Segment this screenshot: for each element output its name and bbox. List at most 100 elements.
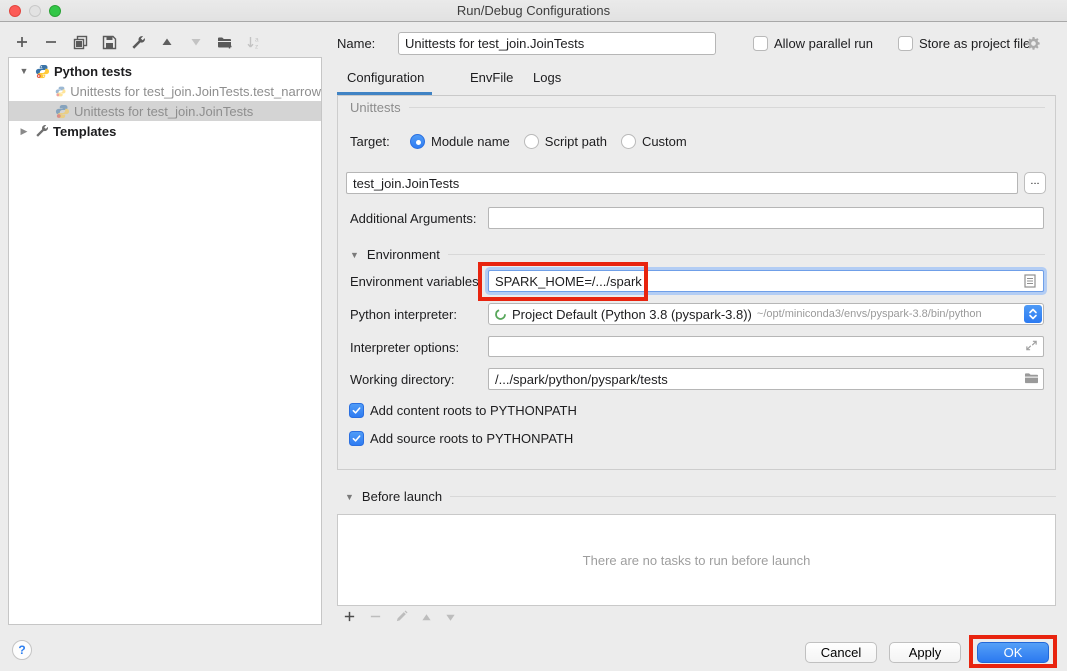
checkbox-checked-icon[interactable] — [349, 431, 364, 446]
store-as-project-file-label: Store as project file — [919, 36, 1030, 51]
tree-item-config-jointests[interactable]: Unittests for test_join.JoinTests — [9, 101, 321, 121]
window-title: Run/Debug Configurations — [0, 0, 1067, 22]
python-interpreter-label: Python interpreter: — [350, 307, 457, 322]
unittests-section-label: Unittests — [350, 100, 401, 115]
environment-section-header[interactable]: ▼ Environment — [350, 247, 1045, 262]
module-name-input[interactable] — [346, 172, 1018, 194]
python-interpreter-select[interactable]: Project Default (Python 3.8 (pyspark-3.8… — [488, 303, 1044, 325]
window-titlebar: Run/Debug Configurations — [0, 0, 1067, 22]
checkbox-unchecked-icon[interactable] — [898, 36, 913, 51]
working-directory-label: Working directory: — [350, 372, 455, 387]
tree-item-label: Unittests for test_join.JoinTests — [74, 104, 253, 119]
radio-module-name[interactable]: Module name — [410, 134, 510, 149]
radio-script-path[interactable]: Script path — [524, 134, 607, 149]
tree-item-python-tests[interactable]: ▼ Python tests — [9, 61, 321, 81]
radio-custom[interactable]: Custom — [621, 134, 687, 149]
move-up-icon[interactable] — [159, 34, 175, 50]
annotation-highlight-ok-button — [969, 635, 1057, 668]
add-source-roots-checkbox[interactable]: Add source roots to PYTHONPATH — [349, 431, 573, 446]
move-down-icon — [188, 34, 204, 50]
tab-envfile[interactable]: EnvFile — [470, 70, 513, 85]
section-divider — [450, 496, 1056, 497]
radio-label: Script path — [545, 134, 607, 149]
expand-icon[interactable] — [1025, 339, 1038, 355]
before-launch-toolbar — [343, 608, 456, 628]
radio-label: Custom — [642, 134, 687, 149]
allow-parallel-run-label: Allow parallel run — [774, 36, 873, 51]
save-configuration-icon[interactable] — [101, 34, 117, 50]
sort-alphabetically-icon: az — [246, 34, 262, 50]
document-icon[interactable] — [1024, 274, 1036, 291]
caret-down-icon[interactable]: ▼ — [345, 492, 354, 502]
folder-icon[interactable] — [1024, 372, 1039, 388]
browse-module-button[interactable]: ... — [1024, 172, 1046, 194]
target-label: Target: — [350, 134, 396, 149]
name-label: Name: — [337, 36, 375, 51]
tree-item-config-narrow[interactable]: Unittests for test_join.JoinTests.test_n… — [9, 81, 321, 101]
svg-text:z: z — [255, 43, 258, 50]
tree-item-templates[interactable]: ▶ Templates — [9, 121, 321, 141]
caret-right-icon[interactable]: ▶ — [17, 126, 31, 137]
tab-configuration[interactable]: Configuration — [347, 70, 424, 85]
edit-task-icon — [395, 610, 408, 626]
svg-text:a: a — [255, 36, 259, 43]
tree-item-label: Python tests — [54, 64, 132, 79]
remove-configuration-icon[interactable] — [43, 34, 59, 50]
interpreter-options-input[interactable] — [488, 336, 1044, 357]
unittests-section-header: Unittests — [350, 100, 1045, 115]
radio-label: Module name — [431, 134, 510, 149]
radio-selected-icon[interactable] — [410, 134, 425, 149]
working-directory-input[interactable] — [488, 368, 1044, 390]
apply-button[interactable]: Apply — [889, 642, 961, 663]
conda-env-icon — [494, 308, 507, 321]
python-icon — [35, 64, 50, 79]
gear-icon[interactable] — [1026, 36, 1041, 54]
add-configuration-icon[interactable] — [14, 34, 30, 50]
caret-down-icon[interactable]: ▼ — [350, 250, 359, 260]
annotation-highlight-env-vars — [478, 262, 648, 301]
before-launch-section-label: Before launch — [362, 489, 442, 504]
interpreter-path: ~/opt/miniconda3/envs/pyspark-3.8/bin/py… — [757, 308, 982, 320]
environment-section-label: Environment — [367, 247, 440, 262]
run-debug-configurations-dialog: Run/Debug Configurations az ▼ Python tes… — [0, 0, 1067, 671]
checkbox-checked-icon[interactable] — [349, 403, 364, 418]
help-button[interactable]: ? — [12, 640, 32, 660]
copy-configuration-icon[interactable] — [72, 34, 88, 50]
section-divider — [448, 254, 1045, 255]
new-folder-icon[interactable] — [217, 34, 233, 50]
tree-item-label: Unittests for test_join.JoinTests.test_n… — [70, 84, 321, 99]
target-row: Target: Module name Script path Custom — [350, 134, 687, 149]
stepper-icon[interactable] — [1024, 305, 1042, 323]
before-launch-tasks-list: There are no tasks to run before launch — [337, 514, 1056, 606]
add-content-roots-checkbox[interactable]: Add content roots to PYTHONPATH — [349, 403, 577, 418]
configurations-toolbar: az — [14, 31, 262, 53]
move-task-down-icon — [445, 611, 456, 626]
name-input[interactable] — [398, 32, 716, 55]
before-launch-section-header[interactable]: ▼ Before launch — [345, 489, 1056, 504]
allow-parallel-run-checkbox[interactable]: Allow parallel run — [753, 36, 873, 51]
radio-unselected-icon[interactable] — [621, 134, 636, 149]
store-as-project-file-checkbox[interactable]: Store as project file — [898, 36, 1030, 51]
edit-templates-icon[interactable] — [130, 34, 146, 50]
configuration-tab-panel: Unittests Target: Module name Script pat… — [337, 95, 1056, 470]
add-task-icon[interactable] — [343, 610, 356, 626]
no-tasks-message: There are no tasks to run before launch — [583, 553, 811, 568]
checkbox-unchecked-icon[interactable] — [753, 36, 768, 51]
additional-arguments-label: Additional Arguments: — [350, 211, 476, 226]
additional-arguments-input[interactable] — [488, 207, 1044, 229]
cancel-button[interactable]: Cancel — [805, 642, 877, 663]
section-divider — [409, 107, 1045, 108]
caret-down-icon[interactable]: ▼ — [17, 66, 31, 76]
add-content-roots-label: Add content roots to PYTHONPATH — [370, 403, 577, 418]
tab-logs[interactable]: Logs — [533, 70, 561, 85]
interpreter-value: Project Default (Python 3.8 (pyspark-3.8… — [512, 307, 752, 322]
add-source-roots-label: Add source roots to PYTHONPATH — [370, 431, 573, 446]
environment-variables-label: Environment variables: — [350, 274, 482, 289]
python-test-icon — [55, 104, 70, 119]
move-task-up-icon — [421, 611, 432, 626]
tree-item-label: Templates — [53, 124, 116, 139]
configurations-tree: ▼ Python tests Unittests for test_join.J… — [8, 57, 322, 625]
python-test-icon — [55, 84, 66, 99]
wrench-icon — [35, 124, 49, 138]
radio-unselected-icon[interactable] — [524, 134, 539, 149]
